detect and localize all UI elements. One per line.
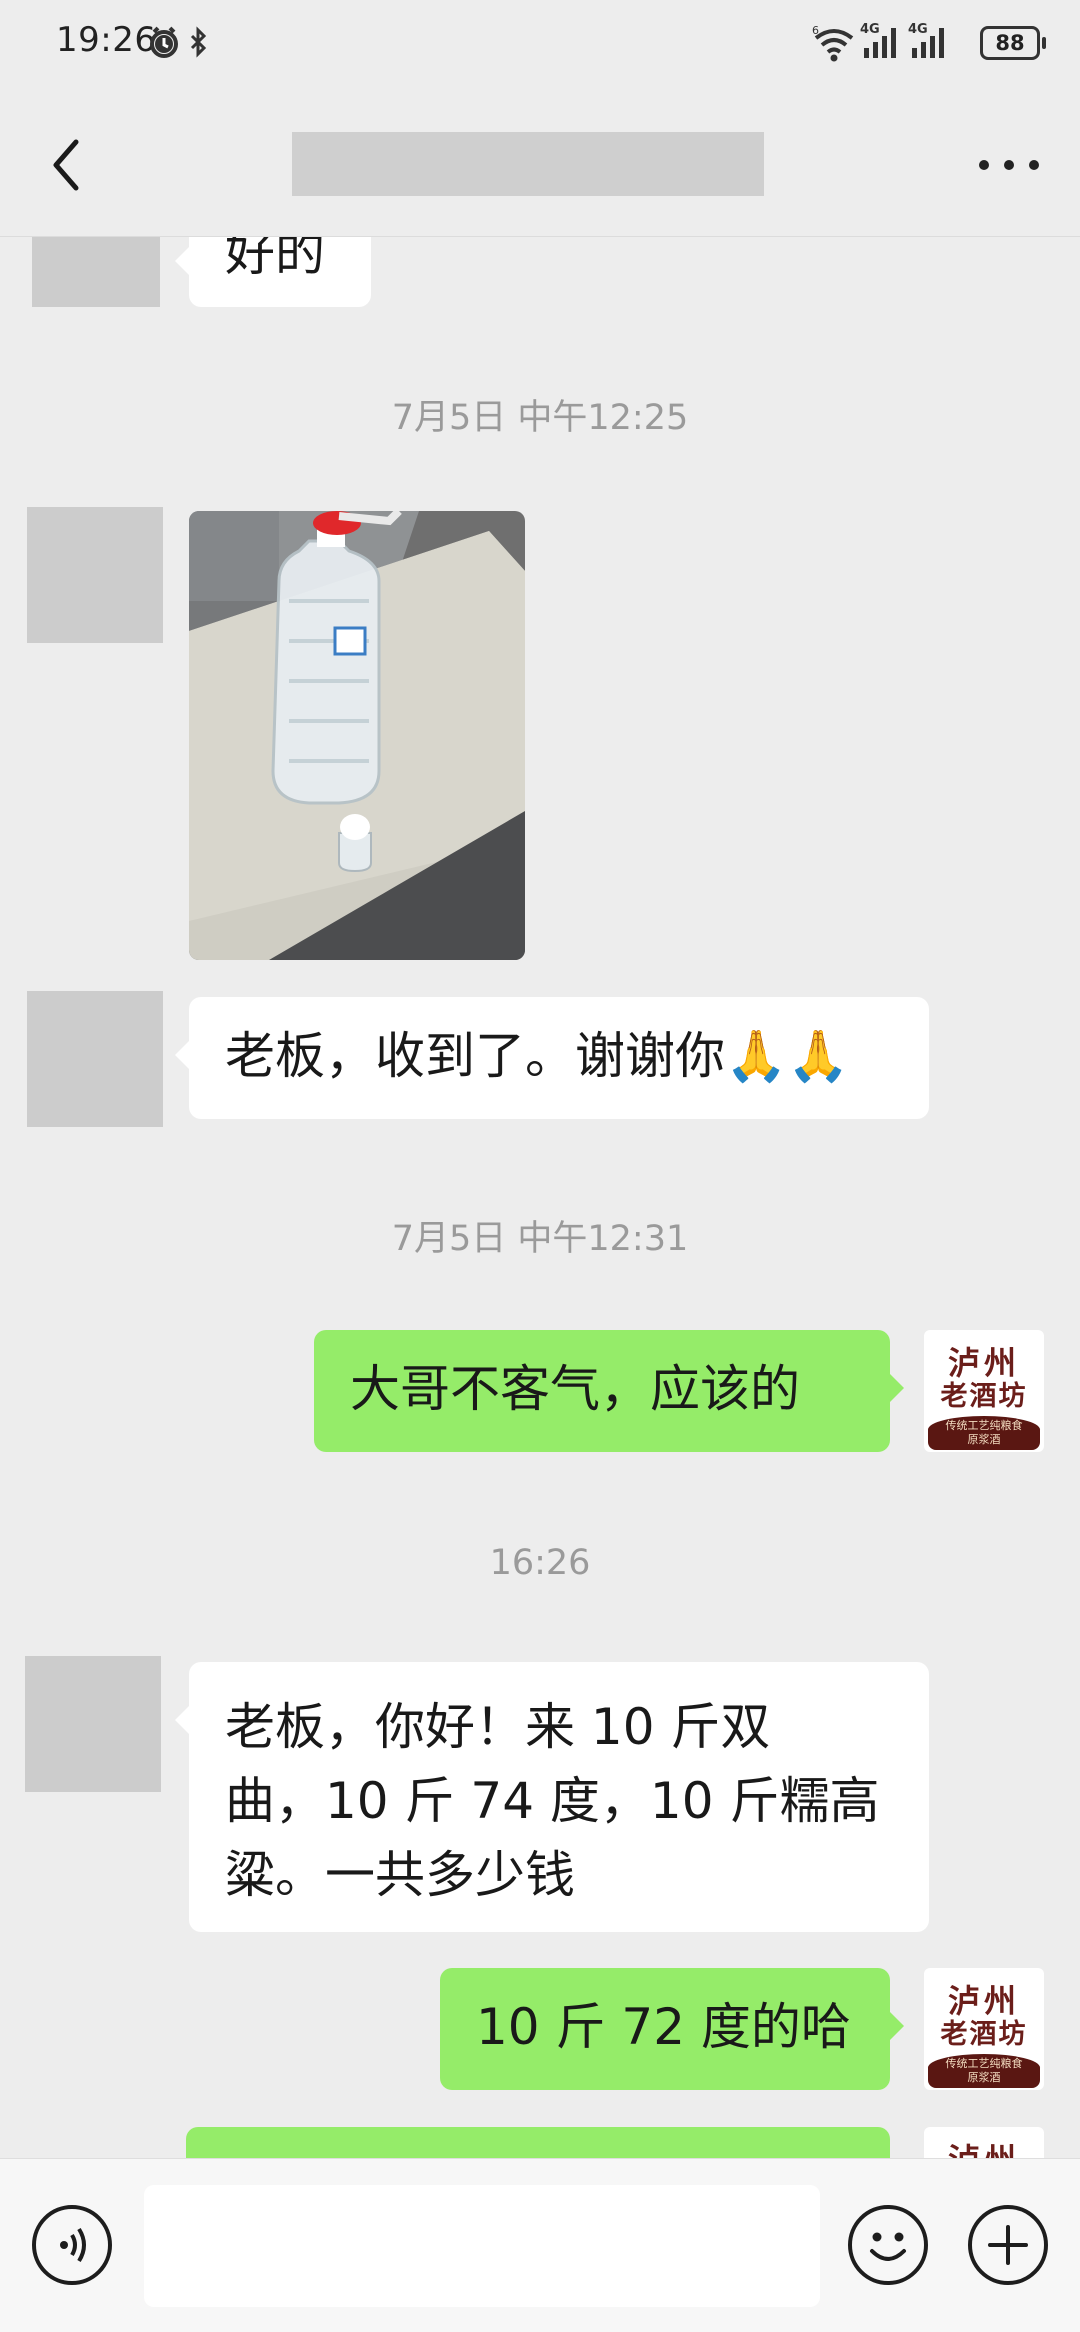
alarm-bluetooth-icons [150, 26, 207, 58]
message-text: 老板，收到了。谢谢你🙏🙏 [225, 1027, 850, 1085]
voice-waves-icon [60, 2227, 86, 2263]
signal-bars-icon [912, 28, 944, 58]
plus-icon[interactable] [968, 2205, 1048, 2285]
timestamp: 7月5日 中午12:25 [391, 398, 689, 438]
message-text-line: 老板，你好！来 10 斤双 [225, 1698, 771, 1756]
timestamp: 7月5日 中午12:31 [391, 1219, 689, 1259]
alarm-icon [150, 26, 178, 58]
status-time: 19:26 [56, 20, 157, 60]
back-arrow-icon[interactable] [40, 130, 100, 200]
smiley-face-icon [870, 2232, 906, 2261]
avatar-logo-line1: 泸州 [924, 2135, 1044, 2158]
signal-bars-icon [864, 28, 896, 58]
avatar-logo-band: 传统工艺纯粮食 原浆酒 [928, 1416, 1040, 1450]
self-avatar[interactable]: 泸州 老酒坊 传统工艺纯粮食 原浆酒 [924, 1968, 1044, 2090]
avatar-band-line1: 传统工艺纯粮食 [945, 2057, 1023, 2070]
battery-indicator: 88 [980, 26, 1046, 60]
avatar-band-line2: 原浆酒 [967, 2071, 1001, 2084]
self-avatar[interactable]: 泸州 老酒坊 传统工艺纯粮食 原浆酒 [924, 1330, 1044, 1452]
input-bar [0, 2158, 1080, 2332]
signal-2: 4G [908, 22, 952, 62]
chat-title-redacted [292, 132, 764, 196]
message-bubble-received[interactable]: 老板，收到了。谢谢你🙏🙏 [175, 997, 929, 1119]
bluetooth-icon [190, 26, 207, 58]
message-text: 大哥不客气，应该的 [350, 1360, 800, 1418]
chat-area[interactable]: 好的 7月5日 中午12:25 老板，收到了。谢谢你🙏🙏 7月5日 中午12:3… [0, 237, 1080, 2158]
message-text-line: 粱。一共多少钱 [225, 1846, 575, 1904]
message-text-line: 曲，10 斤 74 度，10 斤糯高 [225, 1772, 880, 1830]
signal-1: 4G [860, 22, 904, 62]
contact-avatar[interactable] [27, 991, 163, 1127]
message-bubble-sent[interactable]: 大哥不客气，应该的 [314, 1330, 904, 1452]
timestamp: 16:26 [489, 1543, 591, 1583]
wifi-icon: 6 [812, 24, 854, 62]
status-bar: 19:26 6 4G 4G 88 [0, 0, 1080, 88]
avatar-logo-band: 传统工艺纯粮食 原浆酒 [928, 2054, 1040, 2088]
avatar-band-line1: 传统工艺纯粮食 [945, 1419, 1023, 1432]
avatar-band-line2: 原浆酒 [967, 1433, 1001, 1446]
bottle-photo-image [189, 511, 525, 960]
more-dots-icon[interactable] [974, 140, 1044, 190]
contact-avatar[interactable] [27, 507, 163, 643]
message-bubble-sent[interactable]: 10 斤 72 度的哈 [440, 1968, 904, 2090]
contact-avatar[interactable] [32, 237, 160, 307]
message-image[interactable] [189, 511, 525, 960]
svg-text:6: 6 [812, 24, 819, 37]
message-bubble-received[interactable]: 老板，你好！来 10 斤双 曲，10 斤 74 度，10 斤糯高 粱。一共多少钱 [175, 1662, 929, 1932]
chat-header [0, 88, 1080, 237]
contact-avatar[interactable] [25, 1656, 161, 1792]
self-avatar[interactable]: 泸州 [924, 2127, 1044, 2158]
avatar-logo-line2: 老酒坊 [940, 2019, 1028, 2050]
emoji-icon[interactable] [848, 2205, 928, 2285]
message-text: 好的 [225, 237, 325, 282]
voice-icon[interactable] [32, 2205, 112, 2285]
avatar-logo-line2: 老酒坊 [940, 1381, 1028, 1412]
message-input[interactable] [144, 2185, 820, 2307]
message-text: 10 斤 72 度的哈 [476, 1998, 851, 2056]
plus-cross-icon [988, 2225, 1028, 2265]
message-bubble-sent[interactable] [186, 2127, 890, 2158]
message-bubble-received[interactable]: 好的 [175, 237, 371, 307]
